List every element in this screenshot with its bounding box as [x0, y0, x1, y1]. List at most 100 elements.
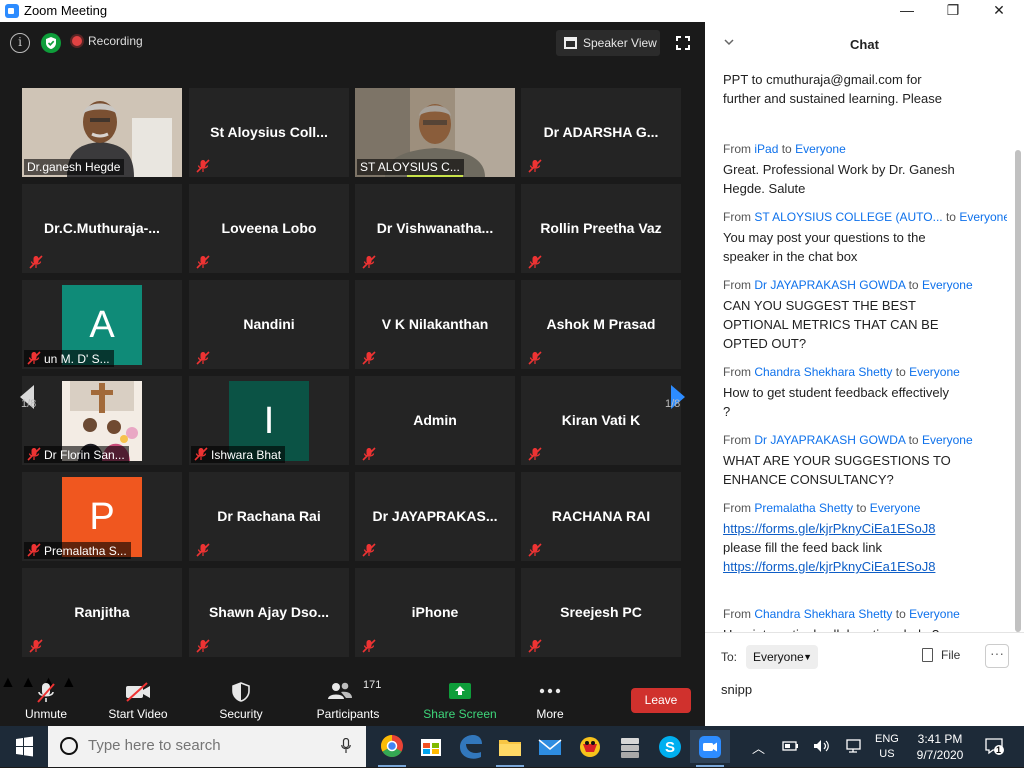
close-button[interactable]: ✕ [976, 0, 1022, 22]
message-sender[interactable]: iPad [754, 142, 778, 156]
message-sender[interactable]: Premalatha Shetty [754, 501, 853, 515]
scrollbar-thumb[interactable] [1015, 150, 1021, 632]
participants-label: Participants [316, 707, 380, 721]
participant-tile[interactable]: Dr JAYAPRAKAS... [355, 472, 515, 561]
next-page-arrow-icon[interactable] [663, 352, 693, 442]
file-explorer-icon[interactable] [490, 730, 530, 767]
microphone-icon[interactable] [341, 738, 351, 754]
participant-tile[interactable]: Admin [355, 376, 515, 465]
participant-tile[interactable]: Loveena Lobo [189, 184, 349, 273]
participant-tile[interactable]: Dr Florin San... [22, 376, 182, 465]
message-sender[interactable]: Dr JAYAPRAKASH GOWDA [754, 433, 905, 447]
participant-name: St Aloysius Coll... [210, 124, 328, 140]
share-screen-button[interactable]: Share Screen [422, 674, 498, 726]
participant-tile[interactable]: V K Nilakanthan [355, 280, 515, 369]
message-recipient[interactable]: Everyone [922, 278, 973, 292]
volume-icon[interactable] [813, 739, 831, 753]
skype-icon[interactable]: S [650, 730, 690, 763]
message-sender[interactable]: Chandra Shekhara Shetty [754, 365, 892, 379]
chat-message-input[interactable] [721, 678, 1001, 700]
battery-icon[interactable] [782, 739, 800, 753]
game-icon[interactable] [570, 730, 610, 763]
to-word: to [905, 278, 922, 292]
message-text: You may post your questions to the [723, 230, 926, 245]
message-recipient[interactable]: Everyone [870, 501, 921, 515]
message-sender[interactable]: Chandra Shekhara Shetty [754, 607, 892, 621]
participant-tile[interactable]: Kiran Vati K [521, 376, 681, 465]
message-recipient[interactable]: Everyone [795, 142, 846, 156]
participant-tile[interactable]: Dr Vishwanatha... [355, 184, 515, 273]
info-icon[interactable]: i [10, 33, 30, 53]
chevron-down-icon: ▼ [803, 652, 812, 662]
fullscreen-icon[interactable] [676, 36, 690, 50]
participant-tile[interactable]: P Premalatha S... [22, 472, 182, 561]
participant-tile[interactable]: I Ishwara Bhat [189, 376, 349, 465]
message-recipient[interactable]: Everyone [922, 433, 973, 447]
participants-button[interactable]: 171 Participants [312, 674, 384, 726]
participant-tile[interactable]: ST ALOYSIUS C... [355, 88, 515, 177]
message-recipient[interactable]: Everyone [909, 607, 960, 621]
participant-tile[interactable]: RACHANA RAI [521, 472, 681, 561]
participant-name-label: Dr.ganesh Hegde [24, 159, 125, 175]
notification-count: 1 [996, 745, 1002, 755]
participant-tile[interactable]: St Aloysius Coll... [189, 88, 349, 177]
start-video-button[interactable]: Start Video [102, 674, 174, 726]
unmute-button[interactable]: Unmute [10, 674, 82, 726]
recipient-dropdown[interactable]: Everyone ▼ [746, 645, 818, 669]
encryption-shield-icon[interactable] [41, 33, 61, 53]
chat-message: From Premalatha Shetty to Everyone https:… [723, 501, 1007, 576]
input-language-indicator[interactable]: ENG US [875, 732, 899, 762]
taskbar-clock[interactable]: 3:41 PM 9/7/2020 [912, 731, 968, 763]
participant-tile[interactable]: iPhone [355, 568, 515, 657]
more-button[interactable]: More [522, 674, 578, 726]
chat-scrollbar[interactable] [1014, 66, 1022, 632]
participant-tile[interactable]: Dr.ganesh Hegde [22, 88, 182, 177]
message-recipient[interactable]: Everyone [959, 210, 1007, 224]
message-sender[interactable]: Dr JAYAPRAKASH GOWDA [754, 278, 905, 292]
leave-button[interactable]: Leave [631, 688, 691, 713]
message-sender[interactable]: ST ALOYSIUS COLLEGE (AUTO... [754, 210, 942, 224]
windows-start-icon[interactable] [0, 726, 48, 767]
taskbar-search[interactable] [48, 726, 366, 767]
participant-tile[interactable]: Nandini [189, 280, 349, 369]
participant-tile[interactable]: Dr ADARSHA G... [521, 88, 681, 177]
speaker-view-button[interactable]: Speaker View [556, 30, 660, 56]
participant-tile[interactable]: Ashok M Prasad [521, 280, 681, 369]
zoom-icon[interactable] [690, 730, 730, 767]
storage-icon[interactable] [610, 730, 650, 763]
from-word: From [723, 142, 755, 156]
message-text: OPTED OUT? [723, 336, 807, 351]
participant-name: Dr.ganesh Hegde [27, 160, 121, 174]
recording-indicator[interactable]: Recording [72, 34, 143, 48]
participant-tile[interactable]: Dr.C.Muthuraja-... [22, 184, 182, 273]
message-link[interactable]: https://forms.gle/kjrPknyCiEa1ESoJ8 [723, 557, 1007, 576]
participant-tile[interactable]: Sreejesh PC [521, 568, 681, 657]
chat-message: PPT to cmuthuraja@gmail.com for further a… [723, 70, 1007, 108]
message-text: OPTIONAL METRICS THAT CAN BE [723, 317, 939, 332]
title-bar: Zoom Meeting — ❐ ✕ [0, 0, 1024, 22]
store-icon[interactable] [411, 730, 451, 763]
file-button[interactable]: File [922, 648, 960, 662]
edge-icon[interactable] [451, 730, 491, 763]
chat-more-button[interactable]: ··· [985, 644, 1009, 668]
chrome-icon[interactable] [372, 730, 412, 767]
security-button[interactable]: Security [208, 674, 274, 726]
participant-tile[interactable]: Dr Rachana Rai [189, 472, 349, 561]
show-hidden-icons-icon[interactable]: ︿ [752, 738, 765, 757]
message-link[interactable]: https://forms.gle/kjrPknyCiEa1ESoJ8 [723, 519, 1007, 538]
maximize-button[interactable]: ❐ [930, 0, 976, 22]
participant-tile[interactable]: Ranjitha [22, 568, 182, 657]
network-icon[interactable] [845, 738, 863, 754]
search-input[interactable] [88, 737, 328, 754]
participant-name: Dr JAYAPRAKAS... [372, 508, 498, 524]
participant-tile[interactable]: Shawn Ajay Dso... [189, 568, 349, 657]
minimize-button[interactable]: — [884, 0, 930, 22]
mail-icon[interactable] [530, 730, 570, 763]
previous-page-arrow-icon[interactable] [12, 352, 42, 442]
participant-tile[interactable]: Aun M. D' S... [22, 280, 182, 369]
participant-tile[interactable]: Rollin Preetha Vaz [521, 184, 681, 273]
message-sender-line: From Dr JAYAPRAKASH GOWDA to Everyone [723, 433, 1007, 448]
participant-name: iPhone [411, 604, 459, 620]
from-word: From [723, 365, 755, 379]
message-recipient[interactable]: Everyone [909, 365, 960, 379]
